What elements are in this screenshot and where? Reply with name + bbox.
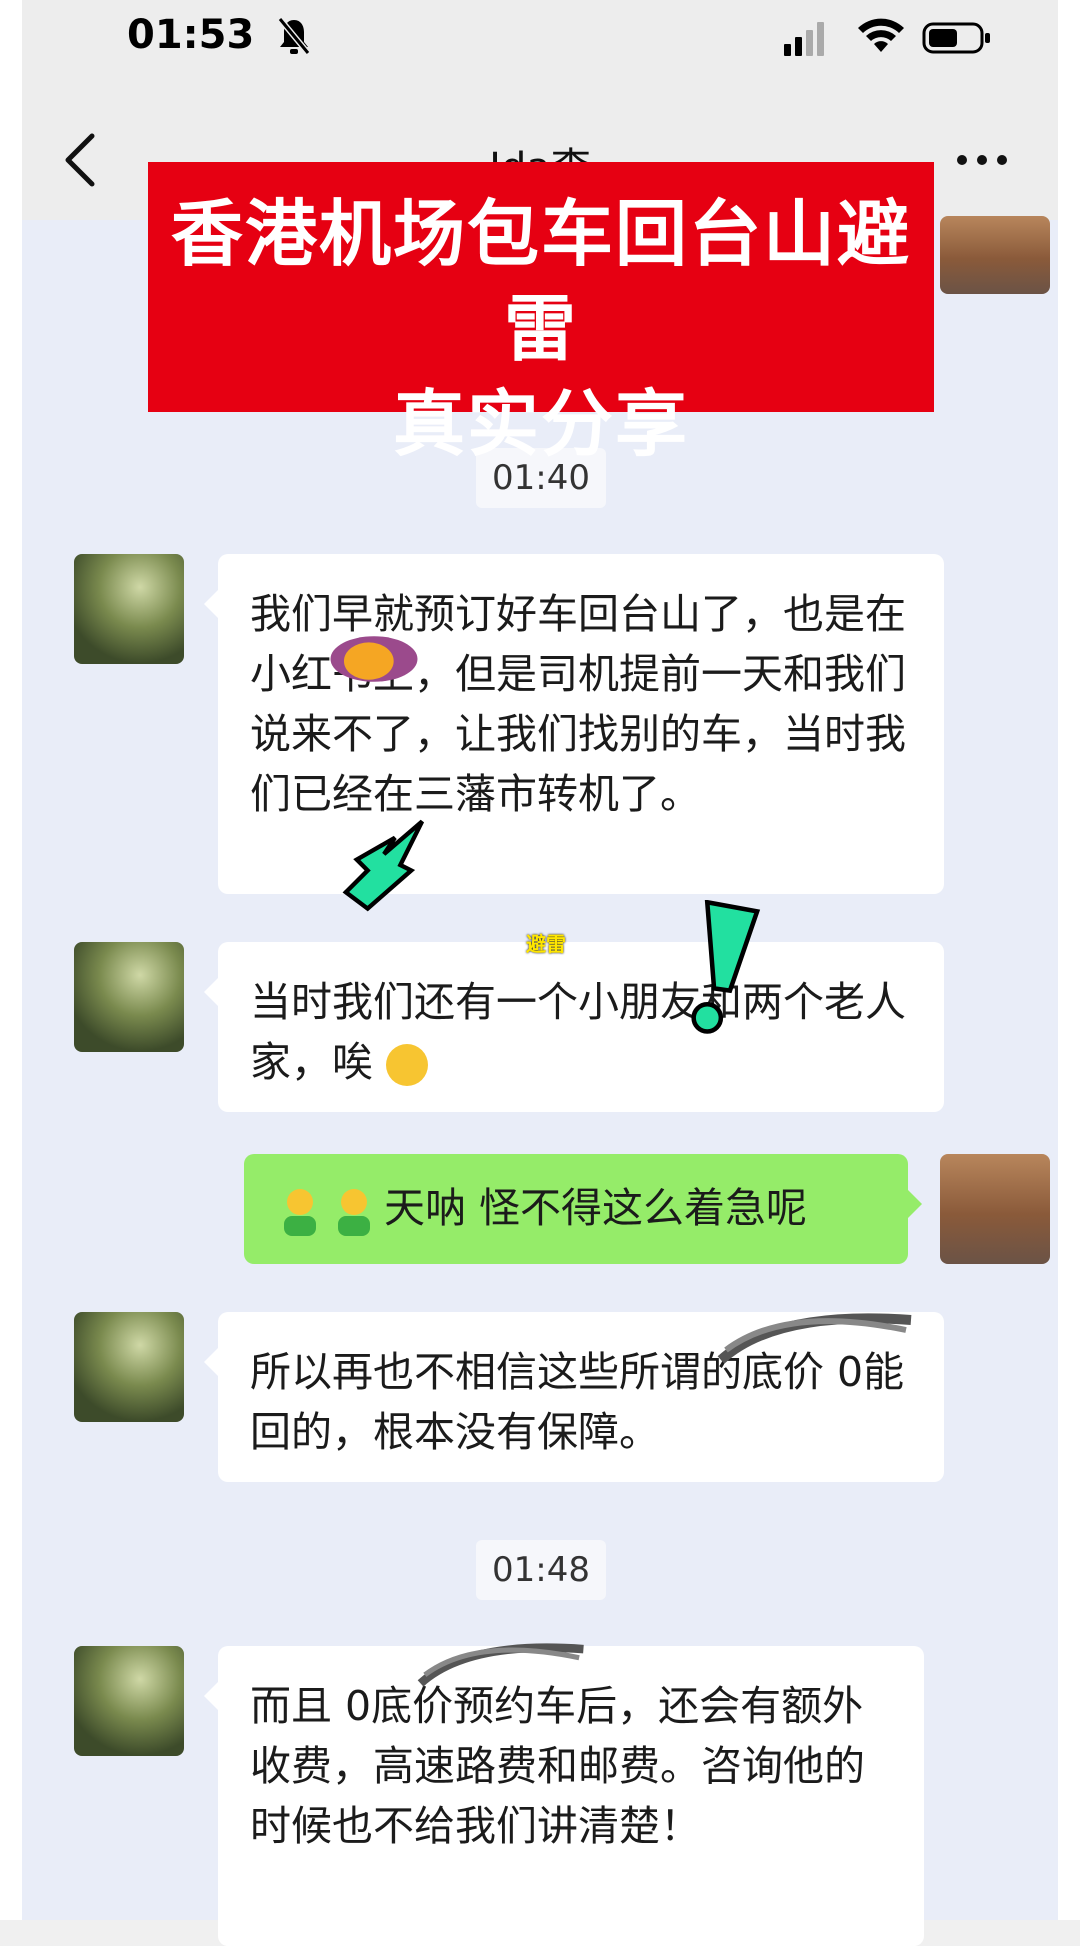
- banner-line-2: 真实分享: [392, 382, 689, 466]
- peer-avatar[interactable]: [74, 554, 184, 664]
- message-bubble[interactable]: 当时我们还有一个小朋友和两个老人家，唉: [204, 942, 944, 1112]
- signal-icon: [784, 22, 824, 56]
- chat-area[interactable]: 01:40 我们早就预订好车回台山了，也是在小红书上，但是司机提前一天和我们说来…: [22, 216, 1058, 1946]
- sweet-potato-sticker-icon: [330, 636, 418, 682]
- bell-off-icon: [277, 17, 311, 55]
- peer-avatar[interactable]: [74, 1312, 184, 1422]
- person-emoji-icon: [284, 1189, 316, 1236]
- message-bubble[interactable]: 我们早就预订好车回台山了，也是在小红书上，但是司机提前一天和我们说来不了，让我们…: [204, 554, 944, 894]
- status-time: 01:53: [127, 12, 255, 58]
- status-bar: 01:53: [22, 0, 1058, 80]
- scribble-sticker-icon: [417, 1643, 584, 1687]
- person-emoji-icon: [338, 1189, 370, 1236]
- left-frame: [0, 0, 22, 1920]
- zigzag-sticker-icon: [342, 819, 425, 912]
- my-avatar[interactable]: [940, 216, 1050, 294]
- peer-avatar[interactable]: [74, 1646, 184, 1756]
- peer-avatar[interactable]: [74, 942, 184, 1052]
- sigh-emoji-icon: [386, 1044, 429, 1086]
- right-frame: [1058, 0, 1080, 1920]
- message-bubble[interactable]: 天呐 怪不得这么着急呢: [244, 1154, 922, 1264]
- more-icon[interactable]: [952, 150, 1012, 170]
- exclamation-sticker-icon: [691, 900, 761, 1034]
- timestamp: 01:48: [476, 1540, 606, 1600]
- scribble-sticker-icon: [717, 1313, 912, 1364]
- banner-line-1: 香港机场包车回台山避雷: [170, 192, 911, 371]
- message-text: 天呐 怪不得这么着急呢: [384, 1184, 808, 1232]
- message-text: 当时我们还有一个小朋友和两个老人家，唉: [250, 978, 906, 1086]
- sticker-label: 避雷: [526, 932, 566, 956]
- wifi-icon: [858, 18, 904, 52]
- my-avatar[interactable]: [940, 1154, 1050, 1264]
- battery-icon: [922, 22, 990, 54]
- title-banner: 香港机场包车回台山避雷 真实分享: [148, 162, 934, 466]
